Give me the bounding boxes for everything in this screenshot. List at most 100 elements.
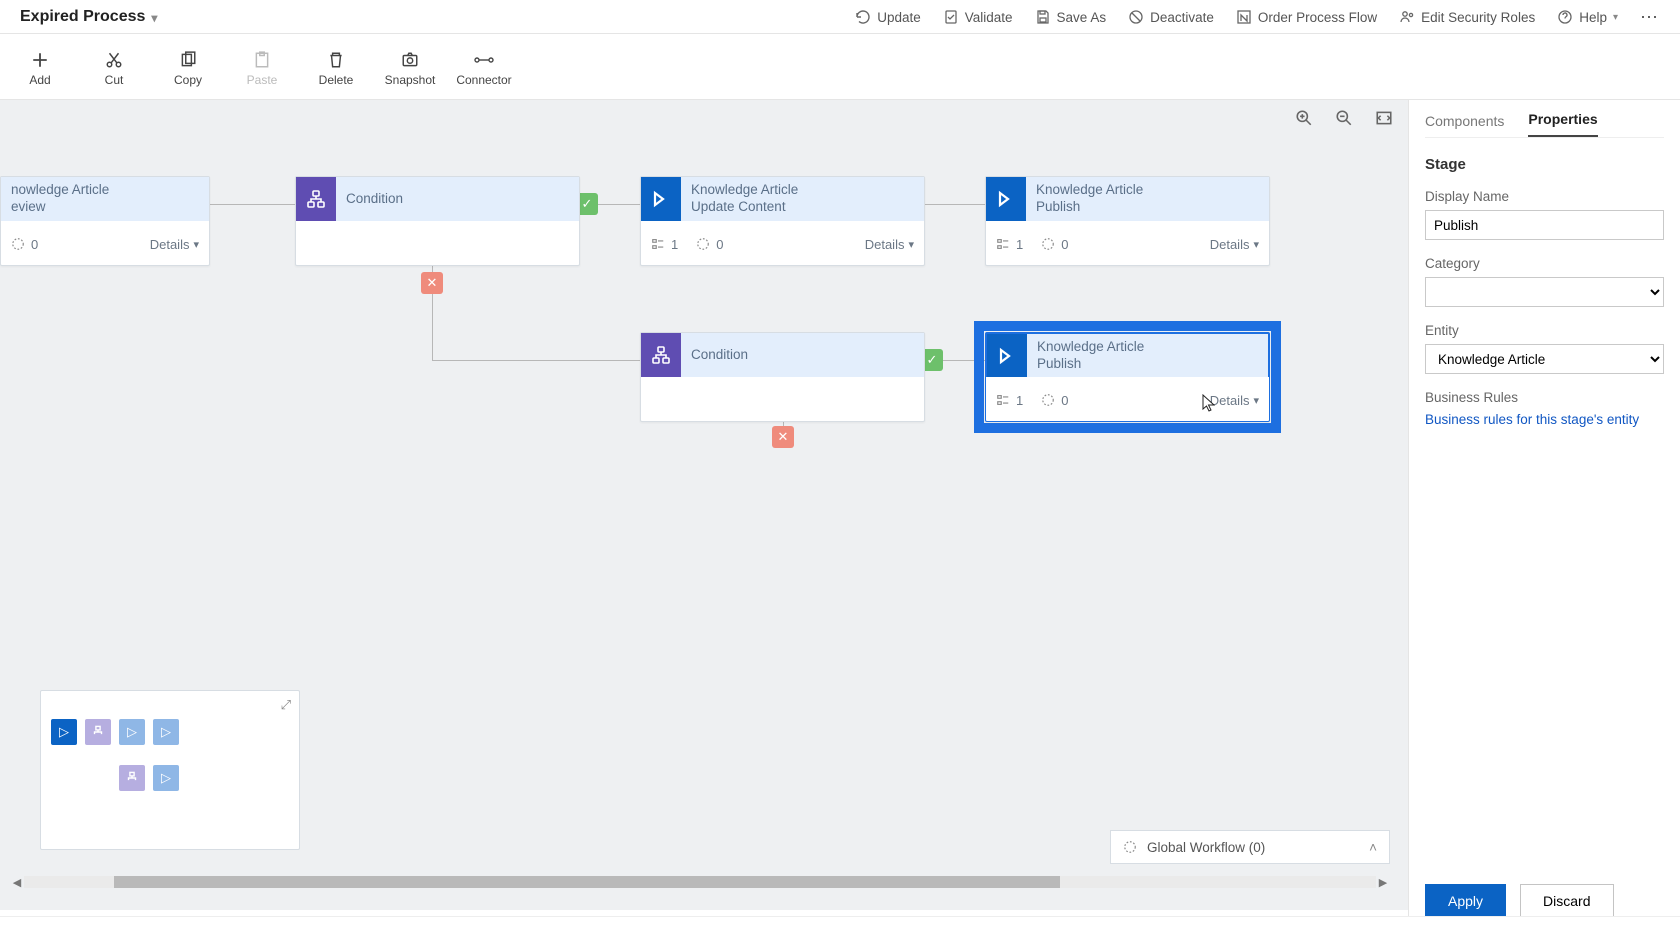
order-flow-button[interactable]: Order Process Flow	[1236, 9, 1377, 25]
details-toggle[interactable]: Details ▾	[1210, 237, 1259, 252]
details-label: Details	[1210, 393, 1250, 408]
display-name-label: Display Name	[1425, 189, 1664, 204]
details-toggle[interactable]: Details ▾	[865, 237, 914, 252]
apply-button[interactable]: Apply	[1425, 884, 1506, 918]
minimap-stage[interactable]: ▷	[153, 719, 179, 745]
canvas[interactable]: ✓ ✕ ✓ ✕ nowledge Article eview 0 Details…	[0, 100, 1408, 910]
chevron-down-icon: ▾	[151, 11, 157, 25]
help-button[interactable]: Help ▾	[1557, 9, 1618, 25]
section-title: Stage	[1425, 156, 1664, 173]
plus-icon	[12, 47, 68, 73]
condition-icon	[641, 333, 681, 377]
delete-button[interactable]: Delete	[308, 47, 364, 87]
connector-label: Connector	[456, 73, 511, 87]
paste-button: Paste	[234, 47, 290, 87]
tab-components[interactable]: Components	[1425, 113, 1504, 137]
cut-label: Cut	[105, 73, 124, 87]
delete-label: Delete	[319, 73, 354, 87]
more-button[interactable]: ⋯	[1640, 7, 1660, 28]
trigger-count: 0	[11, 237, 38, 252]
step-count: 1	[651, 237, 678, 252]
order-label: Order Process Flow	[1258, 10, 1377, 25]
stage-name-label: eview	[11, 199, 199, 216]
update-button[interactable]: Update	[855, 9, 921, 25]
add-button[interactable]: Add	[12, 47, 68, 87]
details-toggle[interactable]: Details ▾	[150, 237, 199, 252]
zoom-in-button[interactable]	[1294, 108, 1314, 128]
x-badge-icon: ✕	[421, 272, 443, 294]
minimap-stage[interactable]: ▷	[51, 719, 77, 745]
condition-label: Condition	[346, 191, 569, 208]
chevron-up-icon: ˄	[1369, 840, 1377, 855]
connector-button[interactable]: Connector	[456, 47, 512, 87]
count-value: 0	[1061, 393, 1068, 408]
status-strip	[0, 916, 1680, 934]
minimap-stage[interactable]: ▷	[153, 765, 179, 791]
snapshot-label: Snapshot	[385, 73, 436, 87]
tab-properties[interactable]: Properties	[1528, 111, 1597, 137]
copy-label: Copy	[174, 73, 202, 87]
details-toggle[interactable]: Details ▾	[1210, 393, 1259, 408]
count-value: 1	[1016, 237, 1023, 252]
stage-card-publish-top[interactable]: Knowledge Article Publish 1 0 Details ▾	[985, 176, 1270, 266]
deactivate-label: Deactivate	[1150, 10, 1214, 25]
stage-card-review[interactable]: nowledge Article eview 0 Details ▾	[0, 176, 210, 266]
scroll-right-icon[interactable]: ▶	[1376, 876, 1390, 889]
business-rules-link[interactable]: Business rules for this stage's entity	[1425, 412, 1639, 427]
save-as-button[interactable]: Save As	[1035, 9, 1107, 25]
discard-button[interactable]: Discard	[1520, 884, 1613, 918]
display-name-input[interactable]	[1425, 210, 1664, 240]
step-count: 1	[996, 237, 1023, 252]
business-rules-label: Business Rules	[1425, 390, 1664, 405]
horizontal-scrollbar[interactable]: ◀ ▶	[10, 874, 1390, 890]
paste-label: Paste	[247, 73, 278, 87]
fit-button[interactable]	[1374, 108, 1394, 128]
ribbon: Add Cut Copy Paste Delete Snapshot Conne…	[0, 34, 1680, 100]
count-value: 1	[1016, 393, 1023, 408]
count-value: 0	[1061, 237, 1068, 252]
stage-entity-label: Knowledge Article	[691, 182, 914, 199]
cut-button[interactable]: Cut	[86, 47, 142, 87]
canvas-tools	[1294, 108, 1394, 128]
minimap[interactable]: ⤢ ▷ ▷ ▷ ▷	[40, 690, 300, 850]
camera-icon	[382, 47, 438, 73]
paste-icon	[234, 47, 290, 73]
global-workflow-bar[interactable]: Global Workflow (0) ˄	[1110, 830, 1390, 864]
condition-card-1[interactable]: Condition	[295, 176, 580, 266]
stage-entity-label: nowledge Article	[11, 182, 199, 199]
process-title[interactable]: Expired Process ▾	[20, 8, 157, 26]
scroll-left-icon[interactable]: ◀	[10, 876, 24, 889]
scroll-thumb[interactable]	[114, 876, 1060, 888]
trigger-count: 0	[696, 237, 723, 252]
help-label: Help	[1579, 10, 1607, 25]
minimap-condition[interactable]	[85, 719, 111, 745]
count-value: 1	[671, 237, 678, 252]
category-select[interactable]	[1425, 277, 1664, 307]
edit-roles-label: Edit Security Roles	[1421, 10, 1535, 25]
stage-card-publish-selected[interactable]: Knowledge Article Publish 1 0 Details ▾	[985, 332, 1270, 422]
deactivate-button[interactable]: Deactivate	[1128, 9, 1214, 25]
condition-card-2[interactable]: Condition	[640, 332, 925, 422]
scroll-track[interactable]	[24, 876, 1376, 888]
trigger-count: 0	[1041, 237, 1068, 252]
chevron-down-icon: ▾	[1253, 238, 1259, 251]
snapshot-button[interactable]: Snapshot	[382, 47, 438, 87]
validate-button[interactable]: Validate	[943, 9, 1013, 25]
stage-card-update[interactable]: Knowledge Article Update Content 1 0 Det…	[640, 176, 925, 266]
edit-roles-button[interactable]: Edit Security Roles	[1399, 9, 1535, 25]
trigger-count: 0	[1041, 393, 1068, 408]
count-value: 0	[31, 237, 38, 252]
cut-icon	[86, 47, 142, 73]
minimap-condition[interactable]	[119, 765, 145, 791]
minimap-stage[interactable]: ▷	[119, 719, 145, 745]
process-title-text: Expired Process	[20, 8, 145, 26]
zoom-out-button[interactable]	[1334, 108, 1354, 128]
save-as-label: Save As	[1057, 10, 1107, 25]
clipboard-check-icon	[943, 9, 959, 25]
update-label: Update	[877, 10, 921, 25]
details-label: Details	[865, 237, 905, 252]
expand-icon[interactable]: ⤢	[281, 697, 291, 713]
entity-select[interactable]: Knowledge Article	[1425, 344, 1664, 374]
workflow-icon	[1123, 840, 1137, 854]
copy-button[interactable]: Copy	[160, 47, 216, 87]
